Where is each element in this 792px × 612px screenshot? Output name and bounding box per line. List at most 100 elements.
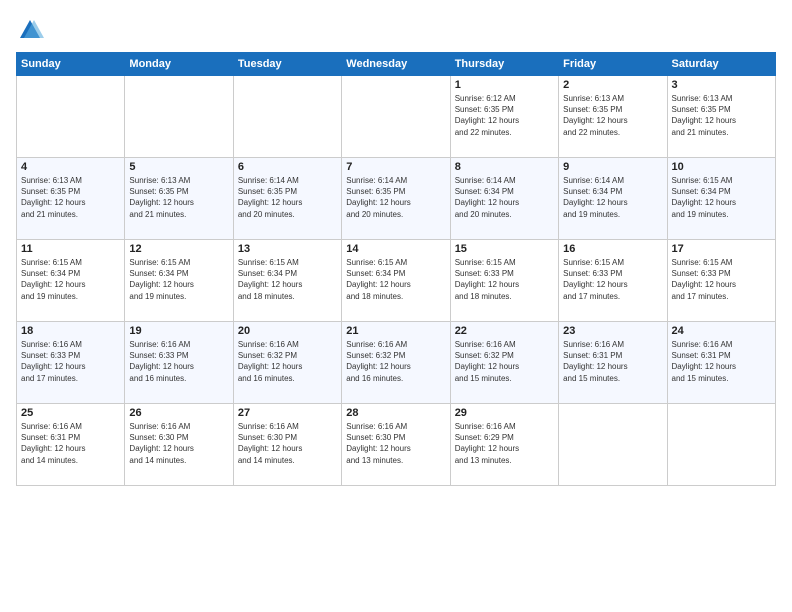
cell-info: Sunrise: 6:16 AM Sunset: 6:29 PM Dayligh… bbox=[455, 421, 554, 466]
calendar-cell: 10 Sunrise: 6:15 AM Sunset: 6:34 PM Dayli… bbox=[667, 158, 775, 240]
calendar: SundayMondayTuesdayWednesdayThursdayFrid… bbox=[16, 52, 776, 486]
cell-info: Sunrise: 6:13 AM Sunset: 6:35 PM Dayligh… bbox=[672, 93, 771, 138]
cell-info: Sunrise: 6:16 AM Sunset: 6:32 PM Dayligh… bbox=[455, 339, 554, 384]
calendar-header-thursday: Thursday bbox=[450, 53, 558, 76]
calendar-cell bbox=[233, 76, 341, 158]
cell-info: Sunrise: 6:15 AM Sunset: 6:34 PM Dayligh… bbox=[672, 175, 771, 220]
cell-info: Sunrise: 6:15 AM Sunset: 6:33 PM Dayligh… bbox=[563, 257, 662, 302]
day-number: 12 bbox=[129, 243, 228, 255]
calendar-header-monday: Monday bbox=[125, 53, 233, 76]
calendar-cell bbox=[17, 76, 125, 158]
cell-info: Sunrise: 6:15 AM Sunset: 6:33 PM Dayligh… bbox=[455, 257, 554, 302]
day-number: 24 bbox=[672, 325, 771, 337]
calendar-cell: 28Sunrise: 6:16 AM Sunset: 6:30 PM Dayli… bbox=[342, 404, 450, 486]
day-number: 6 bbox=[238, 161, 337, 173]
day-number: 11 bbox=[21, 243, 120, 255]
day-number: 5 bbox=[129, 161, 228, 173]
calendar-header-sunday: Sunday bbox=[17, 53, 125, 76]
day-number: 10 bbox=[672, 161, 771, 173]
cell-info: Sunrise: 6:16 AM Sunset: 6:32 PM Dayligh… bbox=[238, 339, 337, 384]
calendar-cell: 27 Sunrise: 6:16 AM Sunset: 6:30 PM Dayli… bbox=[233, 404, 341, 486]
cell-info: Sunrise: 6:16 AM Sunset: 6:31 PM Dayligh… bbox=[21, 421, 120, 466]
calendar-cell: 12 Sunrise: 6:15 AM Sunset: 6:34 PM Dayli… bbox=[125, 240, 233, 322]
day-number: 19 bbox=[129, 325, 228, 337]
calendar-cell: 5 Sunrise: 6:13 AM Sunset: 6:35 PM Daylig… bbox=[125, 158, 233, 240]
day-number: 20 bbox=[238, 325, 337, 337]
day-number: 29 bbox=[455, 407, 554, 419]
cell-info: Sunrise: 6:16 AM Sunset: 6:33 PM Dayligh… bbox=[21, 339, 120, 384]
day-number: 21 bbox=[346, 325, 445, 337]
calendar-cell bbox=[342, 76, 450, 158]
calendar-week-1: 1 Sunrise: 6:12 AM Sunset: 6:35 PM Daylig… bbox=[17, 76, 776, 158]
calendar-header-saturday: Saturday bbox=[667, 53, 775, 76]
calendar-cell: 3 Sunrise: 6:13 AM Sunset: 6:35 PM Daylig… bbox=[667, 76, 775, 158]
cell-info: Sunrise: 6:14 AM Sunset: 6:35 PM Dayligh… bbox=[238, 175, 337, 220]
calendar-cell: 4 Sunrise: 6:13 AM Sunset: 6:35 PM Daylig… bbox=[17, 158, 125, 240]
day-number: 17 bbox=[672, 243, 771, 255]
day-number: 9 bbox=[563, 161, 662, 173]
calendar-cell: 19 Sunrise: 6:16 AM Sunset: 6:33 PM Dayli… bbox=[125, 322, 233, 404]
calendar-header-row: SundayMondayTuesdayWednesdayThursdayFrid… bbox=[17, 53, 776, 76]
day-number: 23 bbox=[563, 325, 662, 337]
calendar-cell: 23 Sunrise: 6:16 AM Sunset: 6:31 PM Dayli… bbox=[559, 322, 667, 404]
calendar-cell: 25 Sunrise: 6:16 AM Sunset: 6:31 PM Dayli… bbox=[17, 404, 125, 486]
day-number: 16 bbox=[563, 243, 662, 255]
day-number: 26 bbox=[129, 407, 228, 419]
calendar-week-5: 25 Sunrise: 6:16 AM Sunset: 6:31 PM Dayli… bbox=[17, 404, 776, 486]
cell-info: Sunrise: 6:14 AM Sunset: 6:34 PM Dayligh… bbox=[455, 175, 554, 220]
calendar-cell: 8 Sunrise: 6:14 AM Sunset: 6:34 PM Daylig… bbox=[450, 158, 558, 240]
calendar-cell: 1 Sunrise: 6:12 AM Sunset: 6:35 PM Daylig… bbox=[450, 76, 558, 158]
calendar-week-2: 4 Sunrise: 6:13 AM Sunset: 6:35 PM Daylig… bbox=[17, 158, 776, 240]
cell-info: Sunrise: 6:14 AM Sunset: 6:35 PM Dayligh… bbox=[346, 175, 445, 220]
day-number: 1 bbox=[455, 79, 554, 91]
calendar-cell: 7 Sunrise: 6:14 AM Sunset: 6:35 PM Daylig… bbox=[342, 158, 450, 240]
calendar-header-wednesday: Wednesday bbox=[342, 53, 450, 76]
calendar-cell: 18 Sunrise: 6:16 AM Sunset: 6:33 PM Dayli… bbox=[17, 322, 125, 404]
cell-info: Sunrise: 6:16 AM Sunset: 6:33 PM Dayligh… bbox=[129, 339, 228, 384]
cell-info: Sunrise: 6:16 AM Sunset: 6:30 PM Dayligh… bbox=[238, 421, 337, 466]
day-number: 27 bbox=[238, 407, 337, 419]
day-number: 8 bbox=[455, 161, 554, 173]
calendar-cell: 6 Sunrise: 6:14 AM Sunset: 6:35 PM Daylig… bbox=[233, 158, 341, 240]
calendar-cell bbox=[125, 76, 233, 158]
cell-info: Sunrise: 6:15 AM Sunset: 6:33 PM Dayligh… bbox=[672, 257, 771, 302]
calendar-cell: 9 Sunrise: 6:14 AM Sunset: 6:34 PM Daylig… bbox=[559, 158, 667, 240]
header bbox=[16, 16, 776, 44]
calendar-cell: 24 Sunrise: 6:16 AM Sunset: 6:31 PM Dayli… bbox=[667, 322, 775, 404]
day-number: 7 bbox=[346, 161, 445, 173]
cell-info: Sunrise: 6:15 AM Sunset: 6:34 PM Dayligh… bbox=[21, 257, 120, 302]
day-number: 28 bbox=[346, 407, 445, 419]
cell-info: Sunrise: 6:13 AM Sunset: 6:35 PM Dayligh… bbox=[563, 93, 662, 138]
calendar-cell: 20 Sunrise: 6:16 AM Sunset: 6:32 PM Dayli… bbox=[233, 322, 341, 404]
day-number: 18 bbox=[21, 325, 120, 337]
calendar-cell: 14Sunrise: 6:15 AM Sunset: 6:34 PM Dayli… bbox=[342, 240, 450, 322]
calendar-week-3: 11 Sunrise: 6:15 AM Sunset: 6:34 PM Dayli… bbox=[17, 240, 776, 322]
cell-info: Sunrise: 6:16 AM Sunset: 6:32 PM Dayligh… bbox=[346, 339, 445, 384]
cell-info: Sunrise: 6:15 AM Sunset: 6:34 PM Dayligh… bbox=[129, 257, 228, 302]
calendar-cell: 2 Sunrise: 6:13 AM Sunset: 6:35 PM Daylig… bbox=[559, 76, 667, 158]
cell-info: Sunrise: 6:16 AM Sunset: 6:31 PM Dayligh… bbox=[672, 339, 771, 384]
day-number: 15 bbox=[455, 243, 554, 255]
cell-info: Sunrise: 6:16 AM Sunset: 6:30 PM Dayligh… bbox=[129, 421, 228, 466]
day-number: 4 bbox=[21, 161, 120, 173]
day-number: 2 bbox=[563, 79, 662, 91]
calendar-cell bbox=[667, 404, 775, 486]
logo bbox=[16, 16, 48, 44]
calendar-header-friday: Friday bbox=[559, 53, 667, 76]
day-number: 3 bbox=[672, 79, 771, 91]
calendar-cell bbox=[559, 404, 667, 486]
cell-info: Sunrise: 6:13 AM Sunset: 6:35 PM Dayligh… bbox=[129, 175, 228, 220]
calendar-cell: 17 Sunrise: 6:15 AM Sunset: 6:33 PM Dayli… bbox=[667, 240, 775, 322]
cell-info: Sunrise: 6:14 AM Sunset: 6:34 PM Dayligh… bbox=[563, 175, 662, 220]
calendar-cell: 11 Sunrise: 6:15 AM Sunset: 6:34 PM Dayli… bbox=[17, 240, 125, 322]
cell-info: Sunrise: 6:15 AM Sunset: 6:34 PM Dayligh… bbox=[238, 257, 337, 302]
day-number: 25 bbox=[21, 407, 120, 419]
calendar-cell: 26 Sunrise: 6:16 AM Sunset: 6:30 PM Dayli… bbox=[125, 404, 233, 486]
calendar-cell: 29 Sunrise: 6:16 AM Sunset: 6:29 PM Dayli… bbox=[450, 404, 558, 486]
cell-info: Sunrise: 6:12 AM Sunset: 6:35 PM Dayligh… bbox=[455, 93, 554, 138]
logo-icon bbox=[16, 16, 44, 44]
calendar-cell: 21 Sunrise: 6:16 AM Sunset: 6:32 PM Dayli… bbox=[342, 322, 450, 404]
cell-info: Sunrise: 6:16 AM Sunset: 6:31 PM Dayligh… bbox=[563, 339, 662, 384]
cell-info: Sunrise: 6:13 AM Sunset: 6:35 PM Dayligh… bbox=[21, 175, 120, 220]
day-number: 14 bbox=[346, 243, 445, 255]
